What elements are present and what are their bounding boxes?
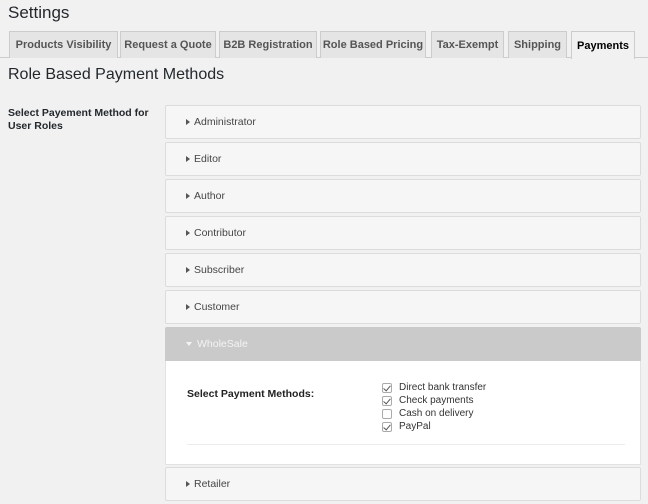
accordion-label: Subscriber [194,264,245,276]
payment-method-paypal[interactable]: PayPal [382,420,486,433]
section-title: Role Based Payment Methods [8,66,225,83]
accordion-customer[interactable]: Customer [165,290,641,324]
accordion-wholesale[interactable]: WholeSale [165,327,641,361]
divider [187,444,625,445]
accordion-administrator[interactable]: Administrator [165,105,641,139]
accordion-label: Author [194,190,225,202]
payment-method-check-payments[interactable]: Check payments [382,394,486,407]
triangle-right-icon [186,481,190,487]
triangle-right-icon [186,230,190,236]
accordion-label: Contributor [194,227,246,239]
payment-method-label: Check payments [399,395,474,406]
triangle-right-icon [186,267,190,273]
payment-methods-label: Select Payment Methods: [187,388,315,400]
accordion-label: Customer [194,301,240,313]
accordion-contributor[interactable]: Contributor [165,216,641,250]
roles-accordion: Administrator Editor Author Contributor … [165,105,641,504]
payment-methods-list: Direct bank transfer Check payments Cash… [382,381,486,433]
payment-method-label: Cash on delivery [399,408,474,419]
payment-method-label: Direct bank transfer [399,382,487,393]
accordion-author[interactable]: Author [165,179,641,213]
checkbox-checked[interactable] [382,382,392,393]
tab-role-based-pricing[interactable]: Role Based Pricing [320,31,426,58]
tab-shipping[interactable]: Shipping [508,31,567,58]
accordion-retailer[interactable]: Retailer [165,467,641,501]
page-title: Settings [8,3,70,22]
payment-method-label: PayPal [399,421,431,432]
checkbox-checked[interactable] [382,395,392,406]
triangle-right-icon [186,119,190,125]
tab-tax-exempt[interactable]: Tax-Exempt [431,31,504,58]
triangle-right-icon [186,304,190,310]
accordion-label: WholeSale [197,338,248,350]
tab-products-visibility[interactable]: Products Visibility [9,31,118,58]
wholesale-panel: Select Payment Methods: Direct bank tran… [165,361,641,465]
tab-request-a-quote[interactable]: Request a Quote [120,31,216,58]
tab-payments[interactable]: Payments [571,31,635,59]
accordion-editor[interactable]: Editor [165,142,641,176]
triangle-down-icon [186,342,192,346]
payment-method-cash-on-delivery[interactable]: Cash on delivery [382,407,486,420]
checkbox-checked[interactable] [382,421,392,432]
accordion-subscriber[interactable]: Subscriber [165,253,641,287]
checkbox-unchecked[interactable] [382,408,392,419]
triangle-right-icon [186,156,190,162]
settings-tabs: Products Visibility Request a Quote B2B … [0,31,648,59]
payment-method-direct-bank-transfer[interactable]: Direct bank transfer [382,381,486,394]
field-label: Select Payement Method for User Roles [8,107,149,132]
accordion-label: Editor [194,153,222,165]
tab-b2b-registration[interactable]: B2B Registration [219,31,317,58]
accordion-label: Administrator [194,116,256,128]
triangle-right-icon [186,193,190,199]
accordion-label: Retailer [194,478,231,490]
